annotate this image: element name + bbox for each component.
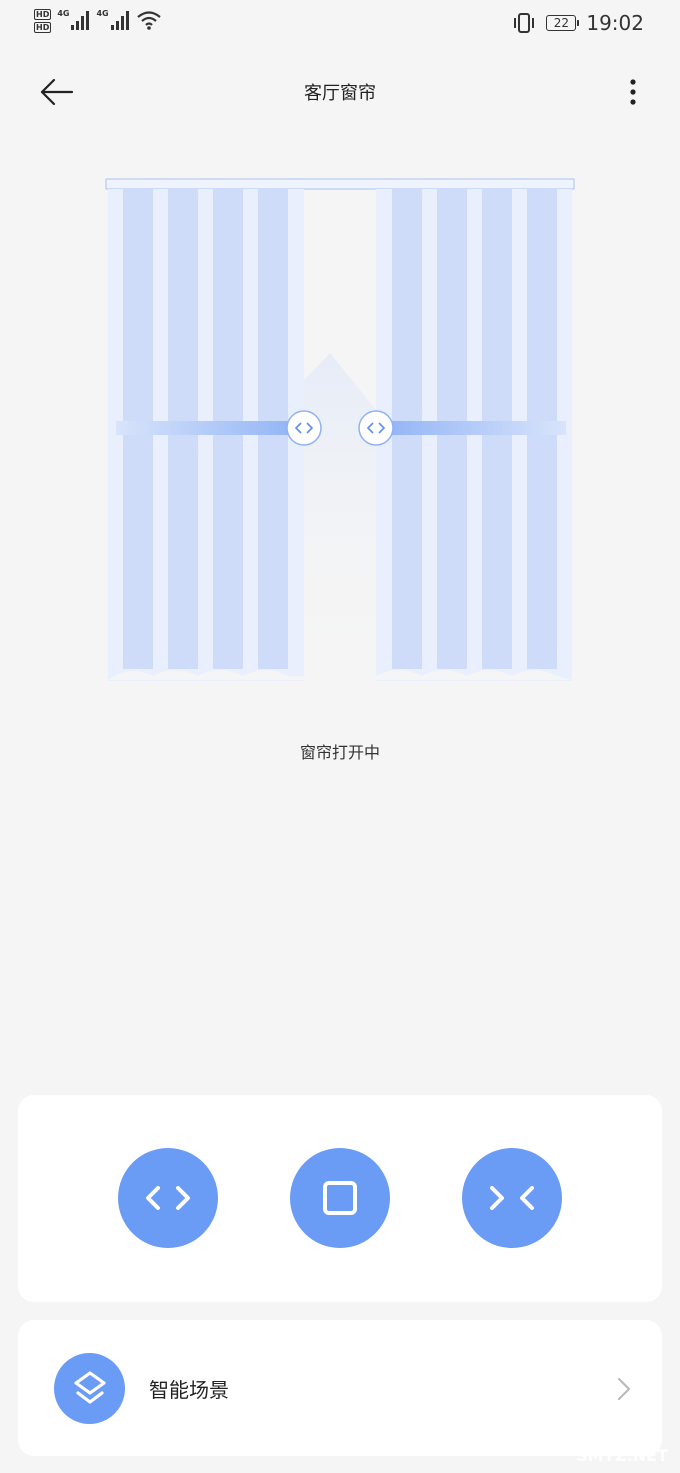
clock: 19:02	[586, 11, 644, 35]
network-type-1: 4G	[57, 9, 70, 18]
scene-label: 智能场景	[149, 1378, 229, 1402]
wifi-icon	[136, 11, 161, 30]
more-button[interactable]	[618, 76, 648, 108]
signal-icon	[71, 11, 90, 30]
status-right: 22 19:02	[512, 11, 644, 35]
open-curtain-icon	[146, 1186, 190, 1210]
smart-scene-card[interactable]: 智能场景	[18, 1320, 662, 1456]
signal-2: 4G	[96, 9, 129, 31]
scene-icon-wrap	[54, 1353, 125, 1424]
watermark: SMYZ.NET	[576, 1446, 668, 1465]
network-type-2: 4G	[96, 9, 109, 18]
close-curtain-button[interactable]	[462, 1148, 562, 1248]
hd-label-1: HD	[34, 9, 52, 20]
curtain-graphic	[105, 178, 575, 681]
signal-icon	[110, 11, 129, 30]
stop-icon	[323, 1181, 357, 1215]
right-handle-icon	[358, 410, 394, 446]
signal-1: 4G	[57, 9, 90, 31]
close-curtain-icon	[490, 1186, 534, 1210]
open-curtain-button[interactable]	[118, 1148, 218, 1248]
hd-indicator: HD HD	[34, 9, 52, 33]
battery-icon: 22	[546, 15, 580, 31]
control-card	[18, 1095, 662, 1302]
title-bar: 客厅窗帘	[0, 60, 680, 124]
status-left: HD HD 4G 4G	[34, 9, 162, 33]
curtain-status: 窗帘打开中	[299, 743, 380, 762]
layers-icon	[73, 1370, 106, 1404]
status-bar: HD HD 4G 4G 22 19:02	[0, 0, 680, 48]
hd-label-2: HD	[34, 22, 52, 33]
vibrate-icon	[514, 13, 535, 33]
battery-level: 22	[553, 16, 569, 30]
stop-button[interactable]	[290, 1148, 390, 1248]
curtain-illustration	[100, 170, 580, 690]
page-title: 客厅窗帘	[304, 83, 376, 104]
chevron-right-icon	[618, 1378, 630, 1400]
left-handle-icon	[286, 410, 322, 446]
more-vertical-icon	[630, 79, 636, 105]
